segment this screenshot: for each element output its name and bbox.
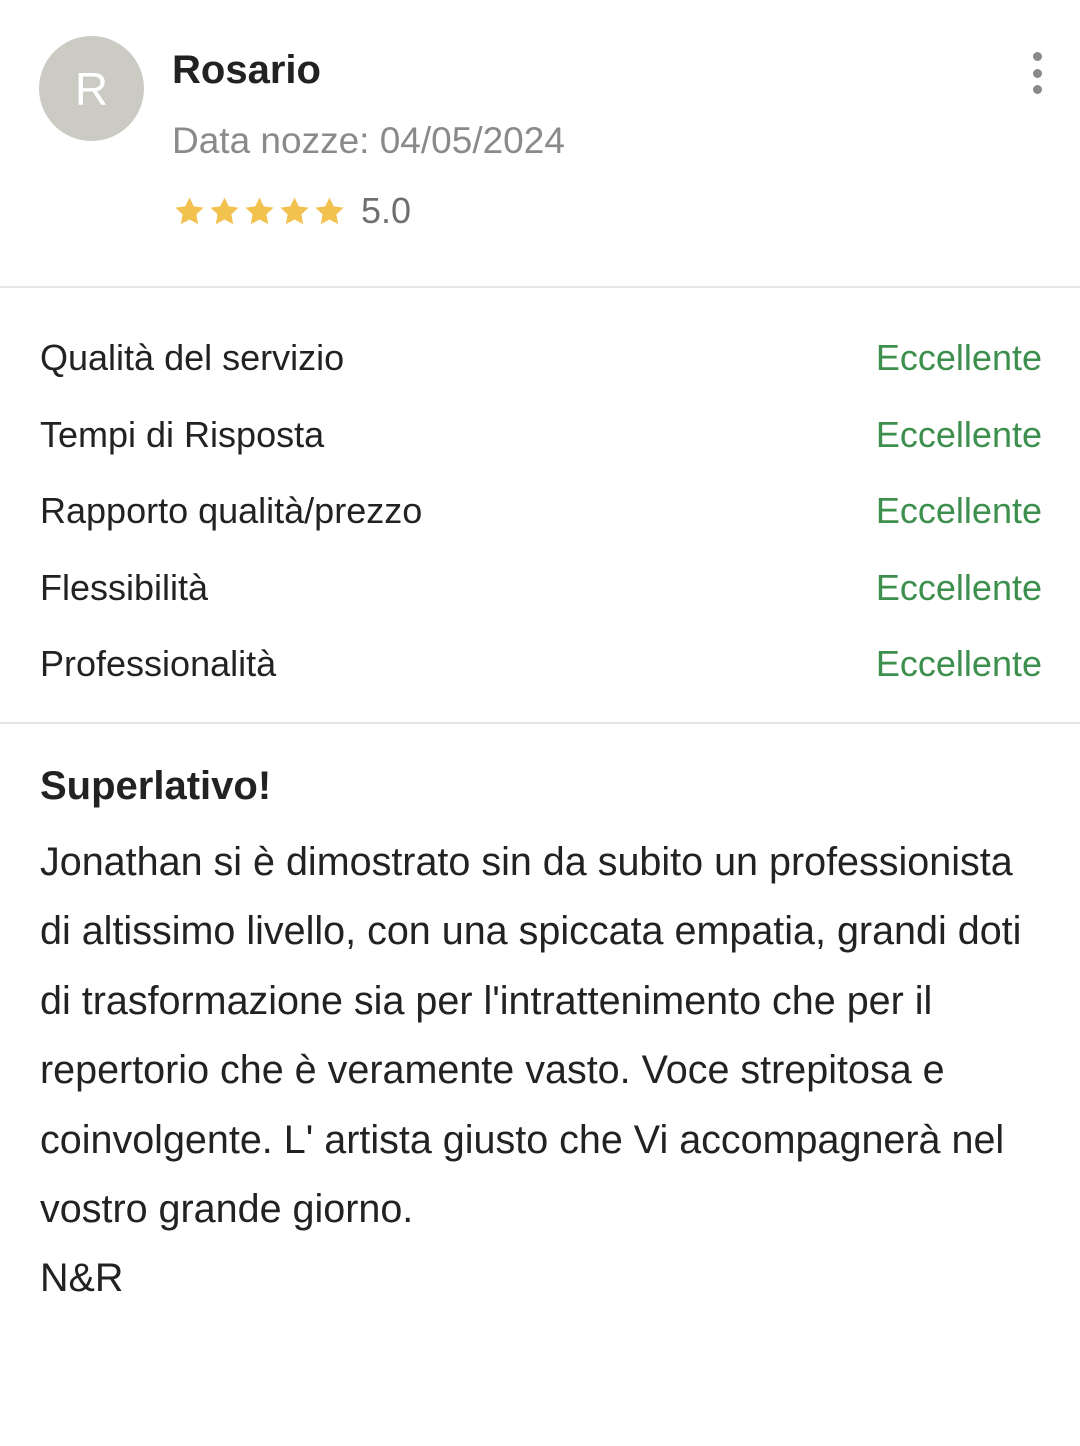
- divider: [0, 286, 1080, 288]
- rating-row: 5.0: [172, 188, 411, 234]
- score-row: Professionalità Eccellente: [40, 626, 1042, 703]
- divider: [0, 722, 1080, 724]
- score-label: Tempi di Risposta: [40, 413, 325, 455]
- reviewer-name: Rosario: [172, 48, 321, 92]
- avatar: R: [39, 36, 144, 141]
- star-icon: [175, 196, 204, 224]
- more-vertical-icon: [1032, 85, 1042, 94]
- review-title: Superlativo!: [40, 764, 272, 808]
- score-value: Eccellente: [875, 643, 1042, 685]
- score-value: Eccellente: [875, 490, 1042, 532]
- star-icon: [280, 196, 309, 224]
- score-row: Flessibilità Eccellente: [40, 550, 1042, 627]
- score-label: Qualità del servizio: [40, 337, 345, 379]
- review-content: Superlativo! Jonathan si è dimostrato si…: [40, 758, 1040, 1314]
- more-vertical-icon: [1032, 68, 1042, 78]
- score-label: Flessibilità: [40, 566, 209, 608]
- score-list: Qualità del servizio Eccellente Tempi di…: [40, 320, 1042, 703]
- score-row: Rapporto qualità/prezzo Eccellente: [40, 473, 1042, 550]
- more-vertical-icon: [1032, 52, 1042, 61]
- score-row: Qualità del servizio Eccellente: [40, 320, 1042, 397]
- rating-value: 5.0: [361, 190, 412, 231]
- score-label: Professionalità: [40, 643, 277, 685]
- score-row: Tempi di Risposta Eccellente: [40, 397, 1042, 474]
- star-icon: [245, 196, 274, 224]
- score-label: Rapporto qualità/prezzo: [40, 490, 423, 532]
- score-value: Eccellente: [875, 566, 1042, 608]
- score-value: Eccellente: [875, 337, 1042, 379]
- star-rating: [172, 195, 347, 228]
- score-value: Eccellente: [875, 413, 1042, 455]
- review-body: Jonathan si è dimostrato sin da subito u…: [40, 840, 1022, 1301]
- more-options-button[interactable]: [1017, 52, 1057, 94]
- star-icon: [315, 196, 344, 224]
- review-header: R Rosario Data nozze: 04/05/2024 5.0: [0, 0, 1080, 287]
- star-icon: [210, 196, 239, 224]
- wedding-date: Data nozze: 04/05/2024: [172, 120, 565, 161]
